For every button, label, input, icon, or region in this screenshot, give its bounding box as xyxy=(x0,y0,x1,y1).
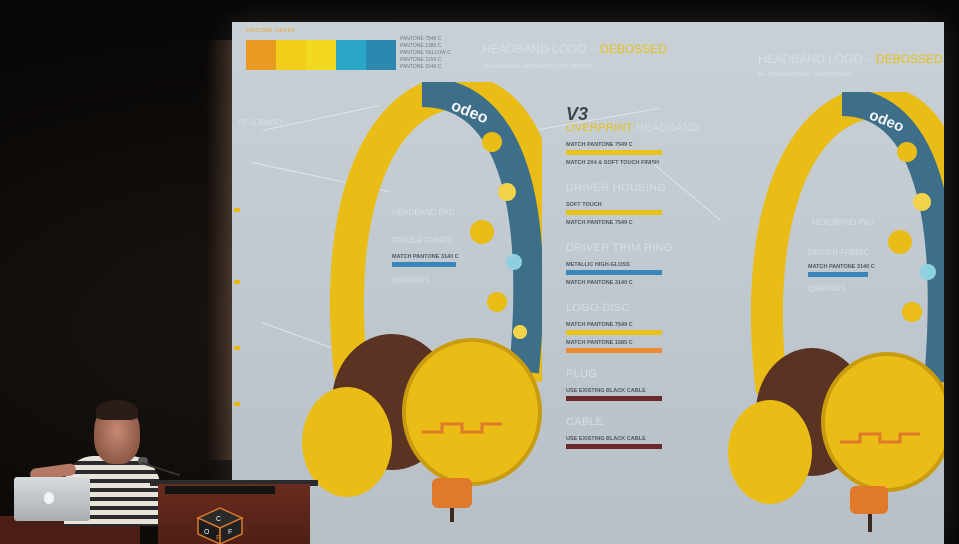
spec-section-title: DRIVER HOUSING xyxy=(566,182,667,194)
spec-color-bar xyxy=(566,330,662,335)
edge-mark xyxy=(234,280,240,284)
color-swatch xyxy=(306,40,336,70)
headphones-left-image: odeo xyxy=(302,82,542,522)
spec-color-bar xyxy=(566,444,662,449)
speaker-hair xyxy=(96,400,138,420)
apple-logo-icon xyxy=(44,492,54,504)
spec-line: MATCH PANTONE 3140 C xyxy=(566,280,633,286)
edge-mark xyxy=(234,402,240,406)
spec-section-title: OVERPRINT HEADBAND xyxy=(566,122,700,134)
cube-letter: F xyxy=(228,529,232,536)
spec-section-title: CABLE xyxy=(566,416,604,428)
color-swatches xyxy=(246,40,396,70)
pantone-line: PANTONE 1385 C xyxy=(400,43,442,49)
pantone-list: PANTONE 7549 C PANTONE 1385 C PANTONE YE… xyxy=(400,36,451,71)
pantone-line: PANTONE 3140 C xyxy=(400,64,442,70)
spec-line: MATCH PANTONE 7549 C xyxy=(566,142,633,148)
spec-section-title-suffix: HEADBAND xyxy=(636,122,700,134)
spec-line: METALLIC HIGH-GLOSS xyxy=(566,262,630,268)
podium-display-strip xyxy=(165,486,275,494)
slide-title-left: HEADBAND LOGO – DEBOSSED xyxy=(482,42,667,56)
headphones-right-image: odeo xyxy=(728,92,944,532)
color-swatch xyxy=(366,40,396,70)
callout-headband: HEADBAND xyxy=(238,118,283,127)
spec-section-title: PLUG xyxy=(566,368,598,380)
conference-cube-logo-icon: C O F F xyxy=(196,507,244,544)
slide-subtitle-right: ALL SCREENED PRINT ON OVERPRINT xyxy=(758,72,852,78)
spec-line: MATCH 2X4 & SOFT TOUCH FINISH xyxy=(566,160,659,166)
color-swatch xyxy=(276,40,306,70)
palette-label: PANTONE ORDER xyxy=(246,28,296,34)
slide-subtitle-left: ON A SEPARATE LAYER WITH LOGO PRINTED xyxy=(482,64,592,70)
spec-line: MATCH PANTONE 7549 C xyxy=(566,322,633,328)
pantone-line: PANTONE 7549 C xyxy=(400,36,442,42)
color-swatch xyxy=(246,40,276,70)
spec-color-bar xyxy=(566,210,662,215)
spec-color-bar xyxy=(566,396,662,401)
slide-title-right: HEADBAND LOGO – DEBOSSED xyxy=(758,52,943,66)
pantone-line: PANTONE 3155 C xyxy=(400,57,442,63)
spec-line: USE EXISTING BLACK CABLE xyxy=(566,388,646,394)
color-swatch xyxy=(336,40,366,70)
spec-line: SOFT TOUCH xyxy=(566,202,602,208)
spec-line: MATCH PANTONE 1585 C xyxy=(566,340,633,346)
edge-mark xyxy=(234,208,240,212)
pantone-line: PANTONE YELLOW C xyxy=(400,50,451,56)
cube-letter: F xyxy=(216,535,220,542)
spec-section-title: LOGO DISC xyxy=(566,302,630,314)
spec-color-bar xyxy=(566,270,662,275)
spec-color-bar xyxy=(566,348,662,353)
spec-section-title: DRIVER TRIM RING xyxy=(566,242,673,254)
cube-letter: C xyxy=(216,516,221,523)
spec-line: USE EXISTING BLACK CABLE xyxy=(566,436,646,442)
edge-mark xyxy=(234,346,240,350)
spec-color-bar xyxy=(566,150,662,155)
cube-letter: O xyxy=(204,529,210,536)
spec-line: MATCH PANTONE 7549 C xyxy=(566,220,633,226)
projection-screen: PANTONE ORDER PANTONE 7549 C PANTONE 138… xyxy=(232,22,944,544)
